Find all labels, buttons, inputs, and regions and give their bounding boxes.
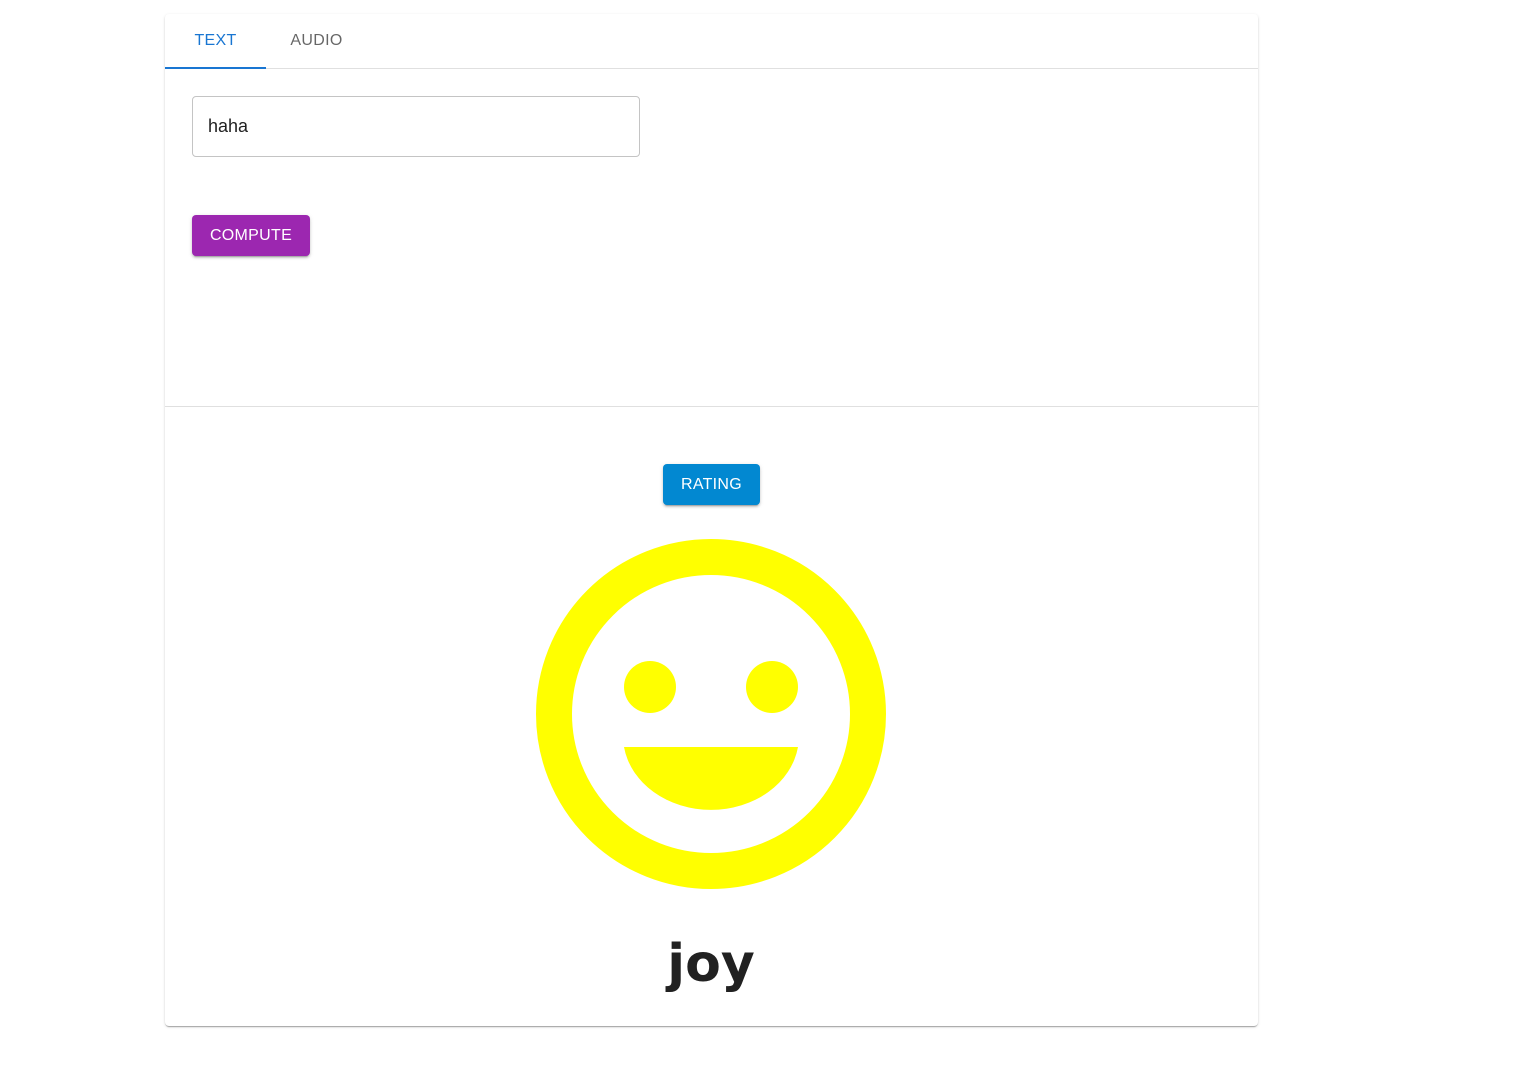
rating-button[interactable]: RATING [663, 464, 760, 505]
left-eye [624, 661, 676, 713]
tab-text[interactable]: TEXT [165, 14, 266, 68]
right-eye [746, 661, 798, 713]
section-divider [165, 406, 1258, 407]
tab-audio[interactable]: AUDIO [266, 14, 367, 68]
emotion-analyzer-card: TEXT AUDIO COMPUTE RATING joy [165, 14, 1258, 1026]
smiley-face-icon [536, 539, 886, 889]
face-outline [536, 539, 886, 889]
tab-bar: TEXT AUDIO [165, 14, 1258, 69]
tab-indicator [165, 67, 266, 69]
emotion-label: joy [667, 934, 755, 994]
smile-mouth [624, 747, 798, 810]
text-input[interactable] [192, 96, 640, 157]
compute-button[interactable]: COMPUTE [192, 215, 310, 256]
